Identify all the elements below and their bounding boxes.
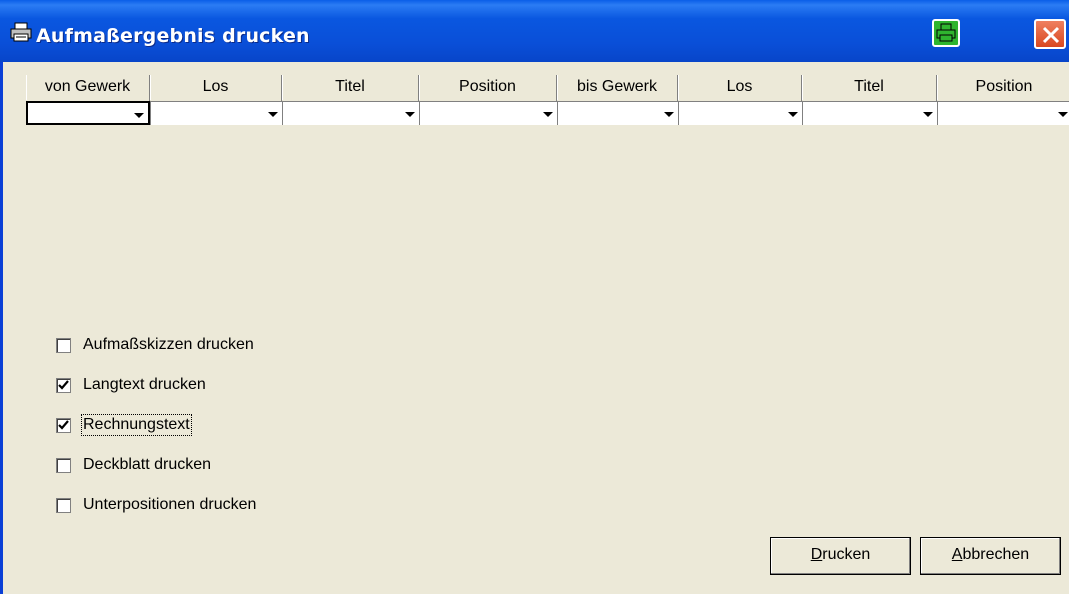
print-button[interactable]: Drucken [770,537,911,575]
column-header-label: Position [975,78,1033,95]
bis-titel-dropdown[interactable] [802,101,937,125]
column-header-von-gewerk[interactable]: von Gewerk [26,75,150,101]
close-icon [1042,26,1060,44]
von-gewerk-dropdown[interactable] [26,101,150,125]
bis-gewerk-dropdown[interactable] [557,101,678,125]
title-bar[interactable]: Aufmaßergebnis drucken [0,0,1069,62]
column-header-titel[interactable]: Titel [282,75,419,101]
button-label: bbrechen [962,546,1030,563]
checkbox[interactable] [56,378,71,393]
checkbox[interactable] [56,458,71,473]
chevron-down-icon[interactable] [264,105,280,122]
checkmark-icon [58,380,69,390]
von-titel-dropdown[interactable] [282,101,419,125]
filter-grid: von Gewerk Los Titel Position bis Gewerk… [26,75,1069,125]
chevron-down-icon[interactable] [919,105,935,122]
checkmark-icon [58,420,69,430]
column-header-label: Position [459,78,516,95]
bis-position-dropdown[interactable] [937,101,1069,125]
checkbox-label: Deckblatt drucken [83,456,212,473]
column-header-position[interactable]: Position [419,75,557,101]
chevron-down-icon[interactable] [130,106,146,123]
checkbox-label: Aufmaßskizzen drucken [83,336,254,353]
column-header-titel-2[interactable]: Titel [802,75,937,101]
checkbox-label: Langtext drucken [83,376,206,393]
chevron-down-icon[interactable] [660,105,676,122]
accelerator-key: D [810,546,823,563]
column-header-position-2[interactable]: Position [937,75,1069,101]
chevron-down-icon[interactable] [784,105,800,122]
close-button[interactable] [1034,19,1066,49]
column-header-bis-gewerk[interactable]: bis Gewerk [557,75,678,101]
column-header-label: Titel [335,78,365,95]
column-header-label: Los [202,78,229,95]
column-header-label: bis Gewerk [576,78,658,95]
accelerator-key: A [951,546,963,563]
checkbox-label: Unterpositionen drucken [83,496,257,513]
checkbox-label: Rechnungstext [81,414,192,436]
column-header-label: von Gewerk [44,78,131,95]
von-los-dropdown[interactable] [150,101,282,125]
chevron-down-icon[interactable] [1054,105,1069,122]
column-header-label: Los [726,78,753,95]
printer-icon [10,22,32,42]
column-header-los[interactable]: Los [150,75,282,101]
button-label: rucken [822,546,871,563]
printer-icon [936,23,956,42]
von-position-dropdown[interactable] [419,101,557,125]
column-header-label: Titel [854,78,884,95]
window-title: Aufmaßergebnis drucken [36,25,310,47]
checkbox[interactable] [56,418,71,433]
chevron-down-icon[interactable] [401,105,417,122]
checkbox[interactable] [56,338,71,353]
print-dialog: Aufmaßergebnis drucken von Gewerk Los Ti… [0,0,1069,594]
bis-los-dropdown[interactable] [678,101,802,125]
column-header-los-2[interactable]: Los [678,75,802,101]
chevron-down-icon[interactable] [539,105,555,122]
cancel-button[interactable]: Abbrechen [920,537,1061,575]
checkbox[interactable] [56,498,71,513]
print-title-button[interactable] [932,19,960,47]
